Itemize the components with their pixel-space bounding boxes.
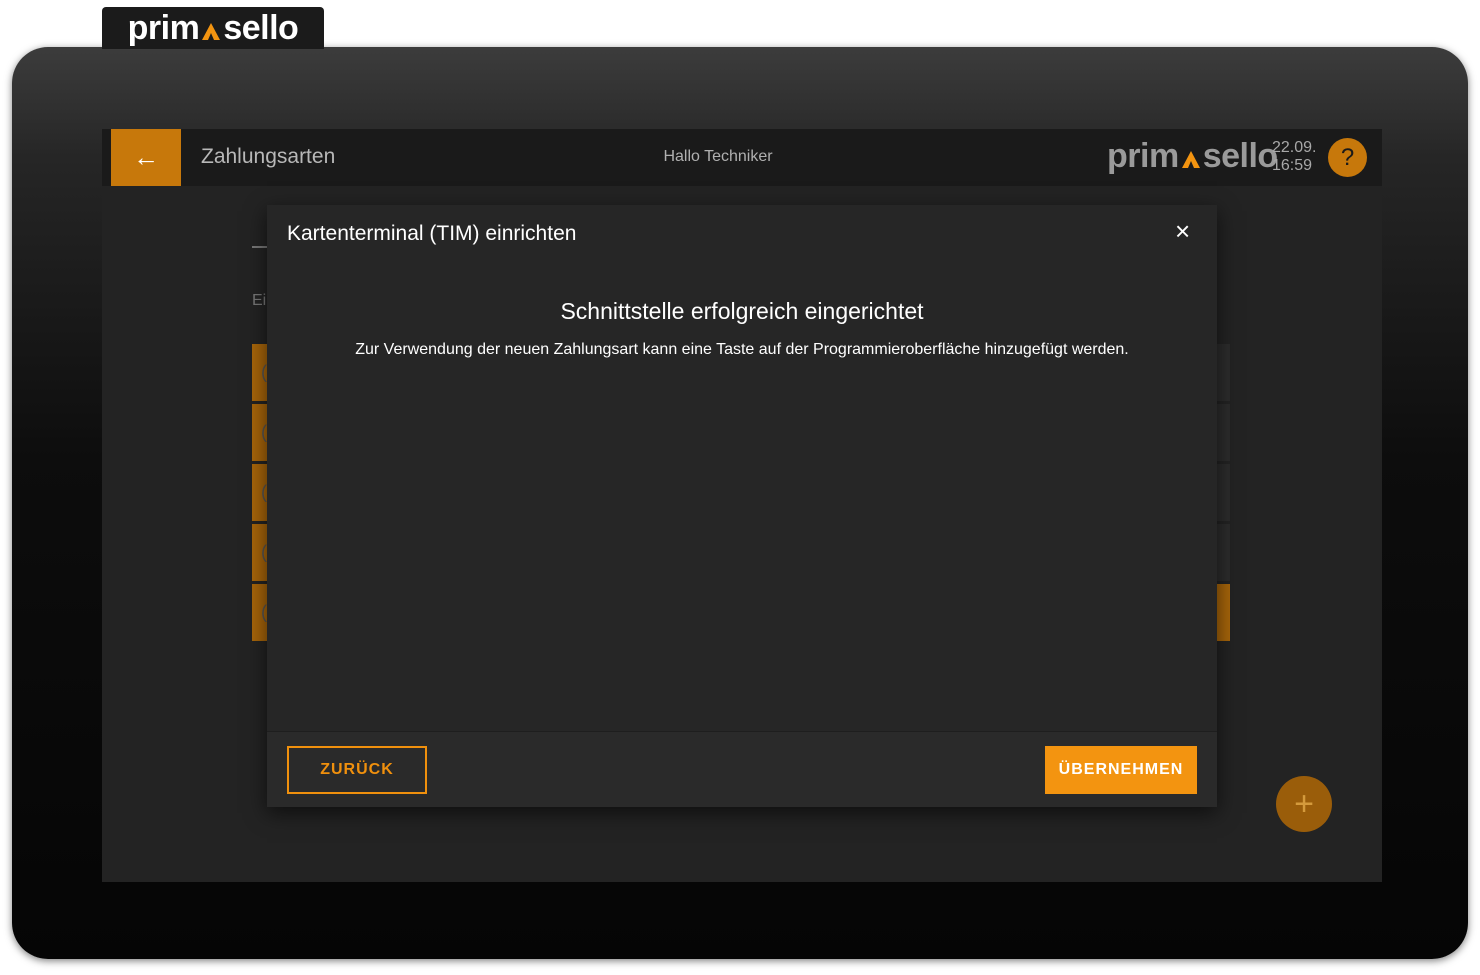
clock-time: 16:59	[1272, 157, 1313, 174]
logo-name-left: prim	[1107, 137, 1179, 175]
dialog-message: Zur Verwendung der neuen Zahlungsart kan…	[355, 341, 1129, 358]
logo-name-right: sello	[1202, 137, 1278, 175]
clock: 22.09. 16:59	[1272, 139, 1316, 175]
dialog-heading: Schnittstelle erfolgreich eingerichtet	[560, 298, 924, 324]
brand-name-right: sello	[223, 8, 299, 47]
section-divider	[252, 246, 268, 248]
add-payment-button[interactable]: +	[1276, 776, 1332, 832]
help-button[interactable]: ?	[1328, 138, 1367, 177]
header-logo: prim sello	[1107, 137, 1278, 176]
brand-name-left: prim	[127, 8, 200, 47]
dialog-footer: ZURÜCK ÜBERNEHMEN	[267, 731, 1217, 807]
brand-mark-icon	[200, 20, 222, 42]
clock-date: 22.09.	[1272, 139, 1317, 156]
back-step-button[interactable]: ZURÜCK	[287, 746, 427, 794]
brand-tab-logo: prim sello	[102, 7, 324, 49]
dialog-title: Kartenterminal (TIM) einrichten	[287, 222, 577, 245]
setup-dialog: Kartenterminal (TIM) einrichten × Schnit…	[267, 205, 1217, 807]
plus-icon: +	[1294, 784, 1314, 823]
logo-mark-icon	[1180, 148, 1202, 170]
section-hint: Ei	[252, 292, 267, 309]
close-icon[interactable]: ×	[1175, 218, 1190, 244]
apply-button[interactable]: ÜBERNEHMEN	[1045, 746, 1197, 794]
header-bar: ← Zahlungsarten Hallo Techniker prim sell…	[102, 129, 1382, 186]
help-icon: ?	[1340, 143, 1355, 171]
